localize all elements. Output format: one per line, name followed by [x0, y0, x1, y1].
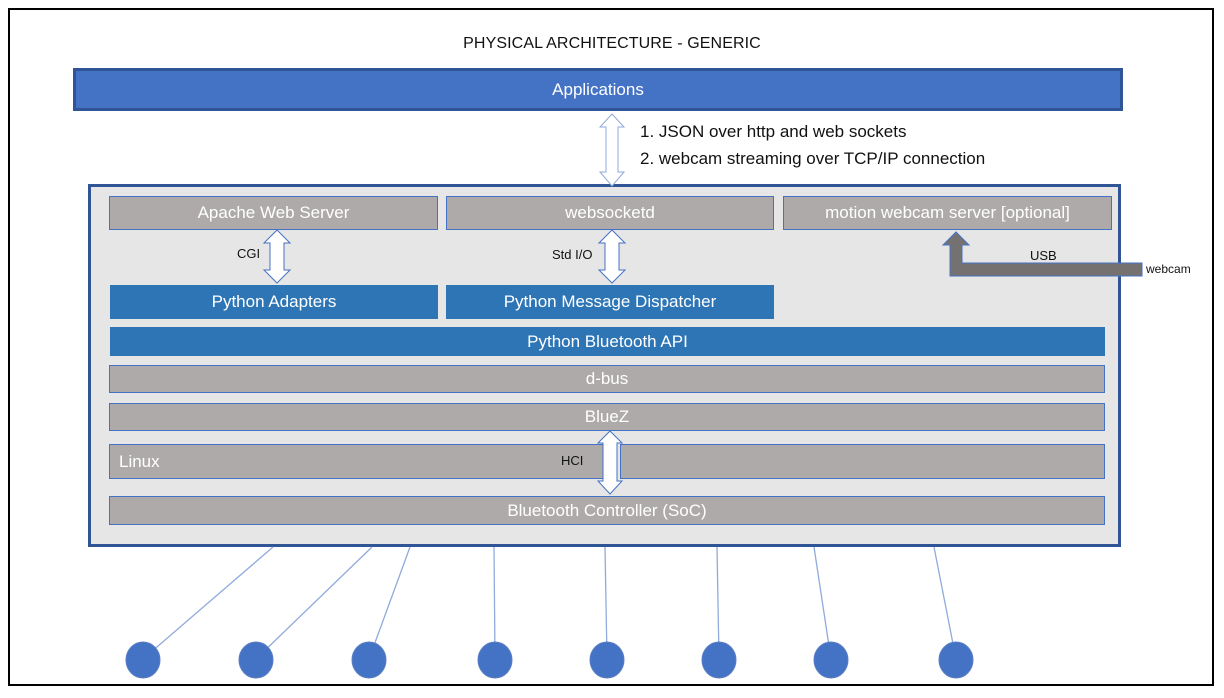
device-link-3	[368, 546, 411, 660]
hci-double-arrow	[596, 430, 624, 495]
connector-overlay	[125, 113, 1143, 679]
bluetooth-device-4	[477, 641, 513, 679]
device-link-2	[255, 546, 373, 660]
bluetooth-device-8	[938, 641, 974, 679]
bluetooth-device-3	[351, 641, 387, 679]
stdio-double-arrow	[597, 229, 627, 284]
bluetooth-device-5	[589, 641, 625, 679]
bluetooth-devices	[125, 546, 974, 679]
bluetooth-device-1	[125, 641, 161, 679]
usb-arrow	[941, 231, 1143, 277]
bluetooth-device-6	[701, 641, 737, 679]
bluetooth-device-2	[238, 641, 274, 679]
bluetooth-device-7	[813, 641, 849, 679]
apps-to-host-double-arrow	[598, 113, 626, 187]
cgi-double-arrow	[262, 229, 292, 284]
